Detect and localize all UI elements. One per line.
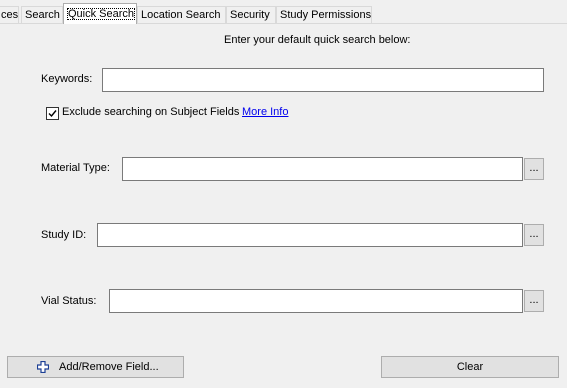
- study-id-browse-button[interactable]: ...: [524, 224, 544, 246]
- keywords-field[interactable]: [102, 68, 544, 92]
- tab-label: Security: [230, 9, 270, 21]
- tab-bar: ces Search Quick Search Location Search …: [0, 0, 567, 24]
- tab-quick-search[interactable]: Quick Search: [63, 3, 137, 24]
- exclude-subject-label: Exclude searching on Subject Fields: [62, 106, 240, 118]
- study-id-field[interactable]: [97, 223, 523, 247]
- material-type-label: Material Type:: [41, 162, 110, 174]
- intro-text: Enter your default quick search below:: [224, 34, 411, 46]
- add-remove-field-label: Add/Remove Field...: [59, 361, 159, 373]
- study-id-label: Study ID:: [41, 229, 87, 241]
- vial-status-field[interactable]: [109, 289, 523, 313]
- tab-label: Search: [25, 9, 60, 21]
- clear-label: Clear: [456, 361, 484, 373]
- tab-label: Study Permissions: [280, 9, 372, 21]
- tab-label: ces: [1, 9, 19, 21]
- tab-location-search[interactable]: Location Search: [137, 6, 226, 23]
- tab-security[interactable]: Security: [226, 6, 276, 23]
- tab-label: Quick Search: [67, 8, 136, 20]
- check-icon: [48, 110, 57, 118]
- tab-study-permissions[interactable]: Study Permissions: [276, 6, 372, 23]
- keywords-label: Keywords:: [41, 73, 93, 85]
- vial-status-label: Vial Status:: [41, 295, 97, 307]
- vial-status-browse-button[interactable]: ...: [524, 290, 544, 312]
- clear-button[interactable]: Clear: [381, 356, 559, 378]
- more-info-link[interactable]: More Info: [242, 106, 288, 118]
- material-type-field[interactable]: [122, 157, 523, 181]
- add-remove-field-button[interactable]: Add/Remove Field...: [7, 356, 184, 378]
- tab-preferences[interactable]: ces: [0, 6, 19, 23]
- tab-search[interactable]: Search: [21, 6, 63, 23]
- material-type-browse-button[interactable]: ...: [524, 158, 544, 180]
- tab-label: Location Search: [141, 9, 221, 21]
- exclude-subject-checkbox[interactable]: [46, 107, 59, 120]
- plus-icon: [37, 361, 49, 373]
